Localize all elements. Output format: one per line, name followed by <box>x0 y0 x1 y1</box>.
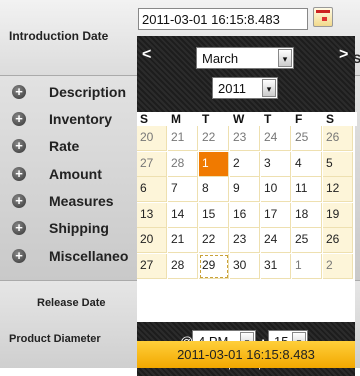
calendar-day[interactable]: 23 <box>230 126 260 151</box>
calendar-day[interactable]: 19 <box>323 202 353 228</box>
weekday-header: S <box>140 112 171 126</box>
expand-plus-icon[interactable]: + <box>12 167 26 181</box>
calendar-day[interactable]: 9 <box>230 177 260 202</box>
calendar-day[interactable]: 28 <box>168 253 198 279</box>
calendar-day[interactable]: 1 <box>199 151 229 177</box>
calendar-day[interactable]: 2 <box>323 253 353 279</box>
weekday-header: T <box>264 112 295 126</box>
month-select-value: March <box>202 51 239 66</box>
calendar-day[interactable]: 11 <box>292 177 322 202</box>
section-inventory[interactable]: + Inventory <box>0 110 140 132</box>
expand-plus-icon[interactable]: + <box>12 221 26 235</box>
calendar-day[interactable]: 24 <box>261 126 291 151</box>
calendar-day[interactable]: 17 <box>261 202 291 228</box>
expand-plus-icon[interactable]: + <box>12 85 26 99</box>
chevron-down-icon[interactable]: ▾ <box>278 49 292 67</box>
year-select[interactable]: 2011 ▾ <box>212 77 278 99</box>
weekday-header: W <box>233 112 264 126</box>
calendar-day[interactable]: 21 <box>168 228 198 253</box>
calendar-header: < > March ▾ 2011 ▾ <box>137 36 355 112</box>
calendar-day[interactable]: 13 <box>137 202 167 228</box>
calendar-day[interactable]: 22 <box>199 228 229 253</box>
calendar-day[interactable]: 28 <box>168 151 198 177</box>
expand-plus-icon[interactable]: + <box>12 112 26 126</box>
year-select-value: 2011 <box>218 81 246 96</box>
calendar-day[interactable]: 6 <box>137 177 167 202</box>
next-month-arrow-icon[interactable]: > <box>339 46 348 64</box>
product-diameter-label: Product Diameter <box>9 333 101 345</box>
calendar-day[interactable]: 12 <box>323 177 353 202</box>
section-label: Inventory <box>49 111 113 127</box>
calendar-day[interactable]: 5 <box>323 151 353 177</box>
section-miscellaneous[interactable]: + Miscellaneo <box>0 247 140 269</box>
calendar-day[interactable]: 14 <box>168 202 198 228</box>
weekday-header: S <box>326 112 357 126</box>
weekday-header: F <box>295 112 326 126</box>
section-label: Miscellaneo <box>49 248 129 264</box>
prev-month-arrow-icon[interactable]: < <box>142 46 151 64</box>
calendar-day[interactable]: 18 <box>292 202 322 228</box>
calendar-day[interactable]: 23 <box>230 228 260 253</box>
month-select[interactable]: March ▾ <box>196 47 294 69</box>
calendar-day[interactable]: 20 <box>137 126 167 151</box>
calendar-day[interactable]: 2 <box>230 151 260 177</box>
calendar-day[interactable]: 29 <box>199 253 229 279</box>
expand-plus-icon[interactable]: + <box>12 249 26 263</box>
calendar-day[interactable]: 15 <box>199 202 229 228</box>
section-label: Measures <box>49 193 114 209</box>
selected-datetime-status: 2011-03-01 16:15:8.483 <box>137 341 355 368</box>
calendar-day[interactable]: 10 <box>261 177 291 202</box>
calendar-day[interactable]: 7 <box>168 177 198 202</box>
section-label: Description <box>49 84 127 100</box>
section-shipping[interactable]: + Shipping <box>0 219 140 241</box>
section-amount[interactable]: + Amount <box>0 165 140 187</box>
calendar-day[interactable]: 24 <box>261 228 291 253</box>
calendar-day[interactable]: 30 <box>230 253 260 279</box>
calendar-day[interactable]: 4 <box>292 151 322 177</box>
calendar-day[interactable]: 27 <box>137 151 167 177</box>
introduction-date-input[interactable] <box>138 8 308 30</box>
chevron-down-icon[interactable]: ▾ <box>262 79 276 97</box>
section-description[interactable]: + Description <box>0 83 140 105</box>
calendar-day[interactable]: 21 <box>168 126 198 151</box>
introduction-date-label: Introduction Date <box>9 29 109 43</box>
expand-plus-icon[interactable]: + <box>12 194 26 208</box>
calendar-icon[interactable] <box>313 7 333 27</box>
calendar-day[interactable]: 3 <box>261 151 291 177</box>
section-rate[interactable]: + Rate <box>0 137 140 159</box>
section-label: Amount <box>49 166 102 182</box>
calendar-day[interactable]: 27 <box>137 253 167 279</box>
section-measures[interactable]: + Measures <box>0 192 140 214</box>
weekday-header: M <box>171 112 202 126</box>
section-label: Rate <box>49 138 80 154</box>
weekday-header: T <box>202 112 233 126</box>
calendar-day[interactable]: 20 <box>137 228 167 253</box>
calendar-day[interactable]: 1 <box>292 253 322 279</box>
calendar-popup: < > March ▾ 2011 ▾ S M T W T F S 20 21 22 23 24 25 26… <box>137 36 357 376</box>
calendar-grid: S M T W T F S 20 21 22 23 24 25 26 27 28 1 2 3 4 5 6 7 8 9 10 11 12… <box>137 112 357 322</box>
calendar-day[interactable]: 16 <box>230 202 260 228</box>
section-label: Shipping <box>49 220 109 236</box>
calendar-day[interactable]: 31 <box>261 253 291 279</box>
calendar-day[interactable]: 8 <box>199 177 229 202</box>
calendar-day[interactable]: 22 <box>199 126 229 151</box>
release-date-label: Release Date <box>37 297 106 309</box>
calendar-day[interactable]: 25 <box>292 126 322 151</box>
calendar-day[interactable]: 26 <box>323 228 353 253</box>
calendar-day[interactable]: 25 <box>292 228 322 253</box>
calendar-day[interactable]: 26 <box>323 126 353 151</box>
expand-plus-icon[interactable]: + <box>12 139 26 153</box>
